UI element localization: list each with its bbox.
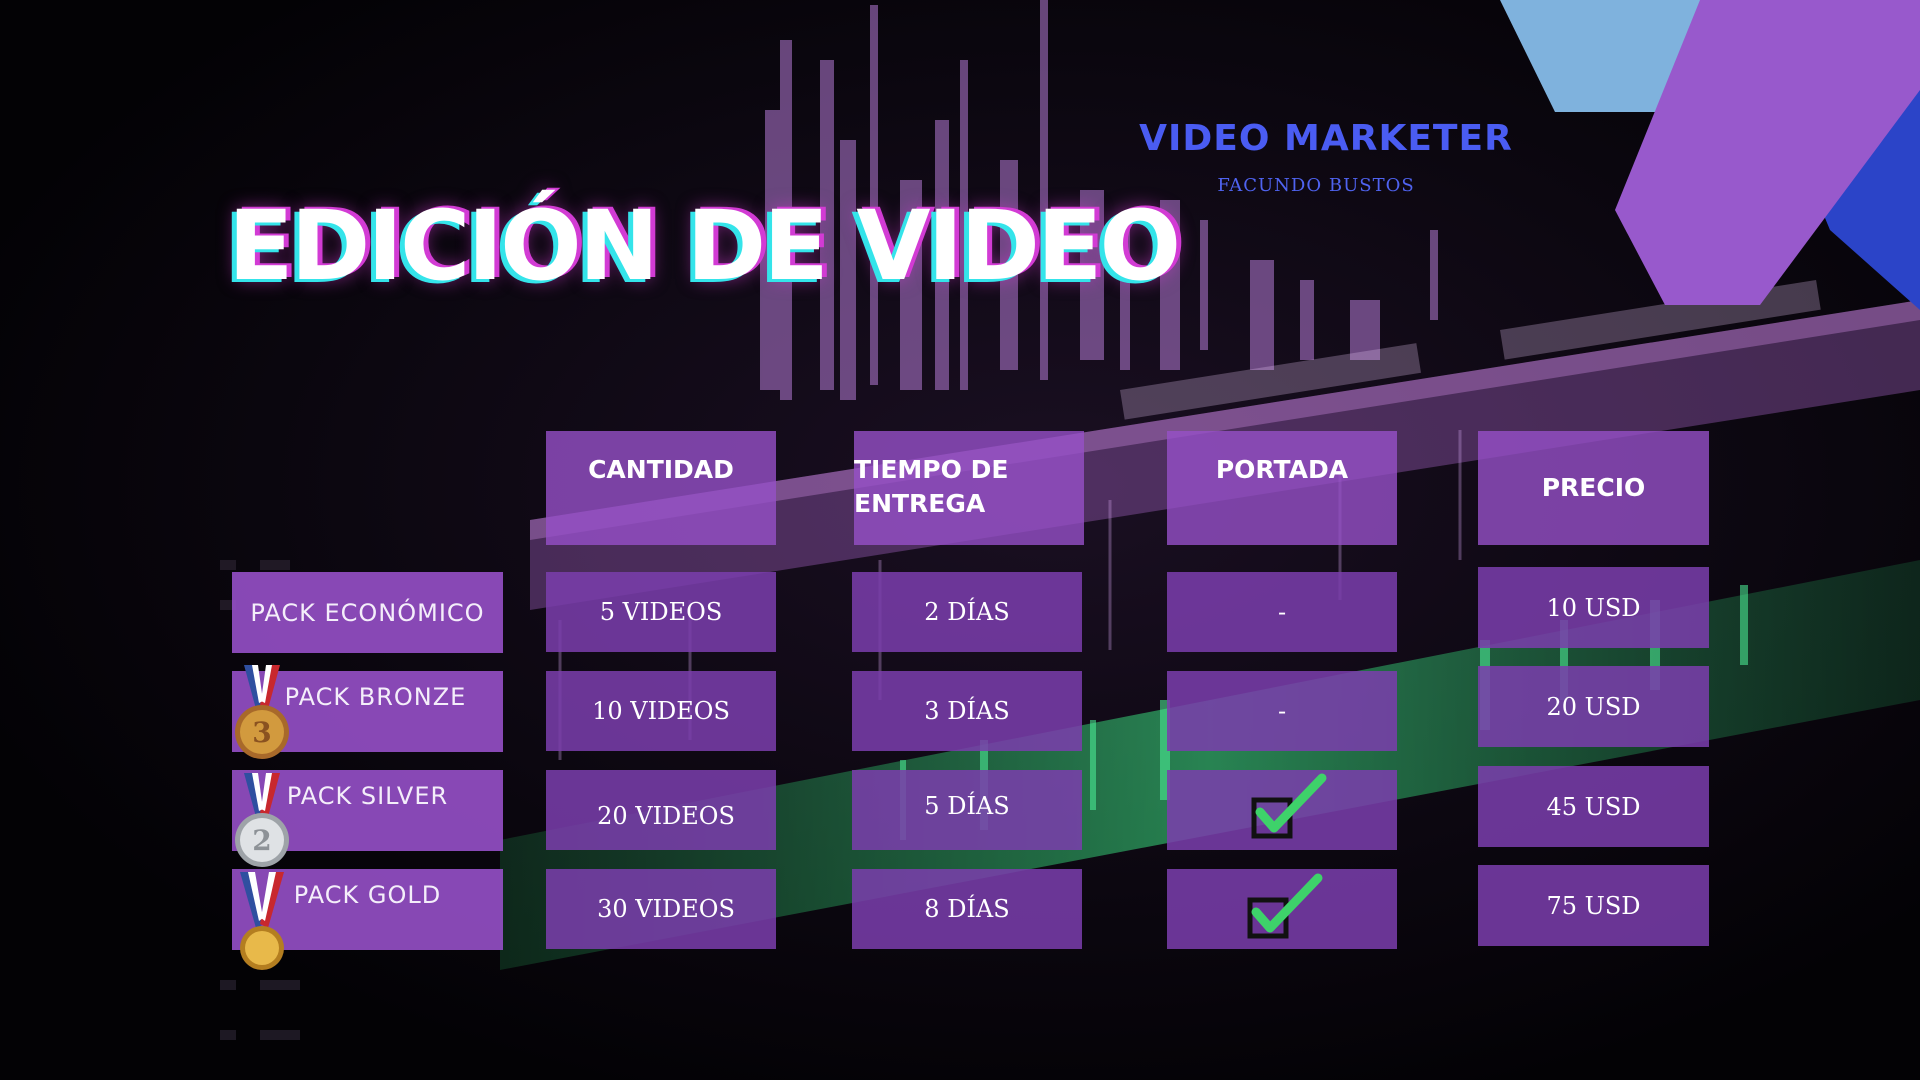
cell-text: 30 VIDEOS — [597, 895, 735, 923]
cell-text: - — [1277, 697, 1287, 725]
gold-medal-icon — [240, 872, 284, 970]
cell-quantity-0: 5 VIDEOS — [546, 572, 776, 652]
row-label-text: PACK SILVER — [286, 782, 449, 810]
cell-cover-1: - — [1167, 671, 1397, 751]
cell-text: 75 USD — [1546, 891, 1641, 920]
header-cover-label: PORTADA — [1215, 455, 1349, 484]
cell-text: 3 DÍAS — [924, 697, 1010, 725]
header-price: PRECIO — [1478, 431, 1709, 545]
cell-quantity-2: 20 VIDEOS — [546, 770, 776, 850]
header-quantity-label: CANTIDAD — [588, 455, 734, 484]
cell-text: 5 VIDEOS — [599, 598, 723, 626]
row-label-text: PACK GOLD — [293, 881, 442, 909]
row-label-text: PACK BRONZE — [284, 683, 467, 711]
brand-author: FACUNDO BUSTOS — [1217, 175, 1415, 196]
brand-name: VIDEO MARKETER — [1139, 118, 1513, 159]
cell-delivery-2: 5 DÍAS — [852, 770, 1082, 850]
row-label-text: PACK ECONÓMICO — [250, 598, 485, 627]
row-label-economico: PACK ECONÓMICO — [232, 572, 503, 653]
check-icon — [1251, 773, 1327, 839]
svg-text:2: 2 — [252, 824, 271, 857]
cell-text: 5 DÍAS — [924, 792, 1010, 820]
cell-delivery-0: 2 DÍAS — [852, 572, 1082, 652]
page-title: EDICIÓN DE VIDEO — [228, 190, 1181, 302]
cell-price-0: 10 USD — [1478, 567, 1709, 648]
cell-text: 45 USD — [1546, 792, 1641, 821]
cell-text: 20 USD — [1546, 692, 1641, 721]
header-delivery-line2: ENTREGA — [854, 489, 986, 518]
cell-text: 10 USD — [1546, 593, 1641, 622]
cell-price-2: 45 USD — [1478, 766, 1709, 847]
bronze-medal-icon: 3 — [235, 665, 289, 759]
cell-price-3: 75 USD — [1478, 865, 1709, 946]
check-icon — [1247, 873, 1323, 939]
cell-text: 2 DÍAS — [924, 598, 1010, 626]
header-cover: PORTADA — [1167, 431, 1397, 545]
header-price-label: PRECIO — [1541, 473, 1646, 502]
cell-delivery-3: 8 DÍAS — [852, 869, 1082, 949]
cell-text: 20 VIDEOS — [597, 802, 735, 830]
cell-cover-0: - — [1167, 572, 1397, 652]
silver-medal-icon: 2 — [235, 773, 289, 867]
cell-text: 8 DÍAS — [924, 895, 1010, 923]
header-delivery-line1: TIEMPO DE — [854, 455, 1009, 484]
cell-text: - — [1277, 598, 1287, 626]
cell-delivery-1: 3 DÍAS — [852, 671, 1082, 751]
svg-text:3: 3 — [252, 716, 271, 749]
cell-price-1: 20 USD — [1478, 666, 1709, 747]
header-quantity: CANTIDAD — [546, 431, 776, 545]
cell-quantity-1: 10 VIDEOS — [546, 671, 776, 751]
cell-quantity-3: 30 VIDEOS — [546, 869, 776, 949]
header-delivery: TIEMPO DE ENTREGA — [854, 431, 1084, 545]
cell-text: 10 VIDEOS — [592, 697, 730, 725]
